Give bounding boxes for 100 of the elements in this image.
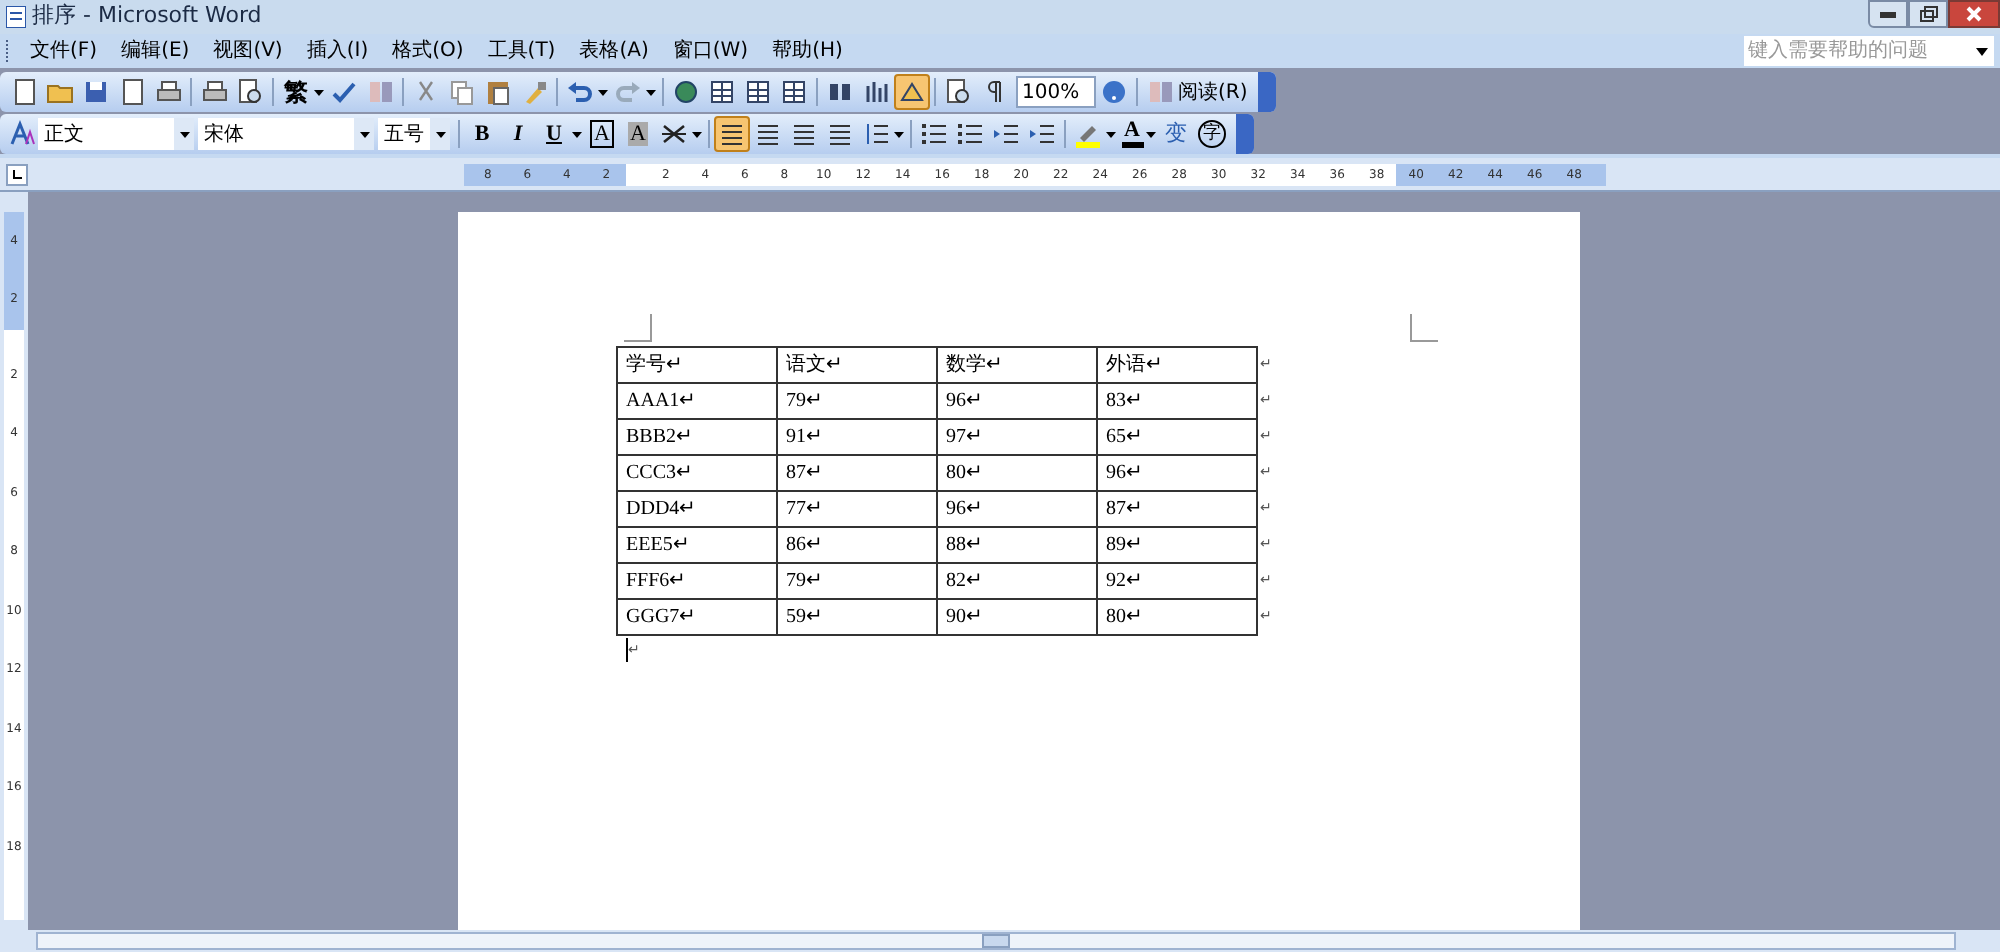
- align-icon: [826, 120, 854, 148]
- menu-item[interactable]: 表格(A): [567, 36, 661, 66]
- underline-button[interactable]: U: [536, 116, 572, 152]
- format-painter-icon: [520, 78, 548, 106]
- caret-icon: [1106, 131, 1116, 137]
- tab-stop-icon: [12, 169, 22, 179]
- table-cell: 87↵: [777, 455, 937, 491]
- redo-icon: [614, 78, 642, 106]
- word-icon: [6, 6, 26, 28]
- styles-icon: [8, 120, 36, 148]
- dropdown-icon: [1976, 47, 1988, 55]
- globe-icon: [672, 78, 700, 106]
- character-shading-button[interactable]: A: [620, 116, 656, 152]
- table-cell: 外语↵: [1097, 347, 1257, 383]
- font-dropdown[interactable]: 宋体: [198, 118, 374, 150]
- caret-icon: [894, 131, 904, 137]
- table-cell: 96↵: [937, 383, 1097, 419]
- table-cell: 77↵: [777, 491, 937, 527]
- table-cell: 89↵: [1097, 527, 1257, 563]
- caret-icon: [598, 89, 608, 95]
- indent-icon: [1028, 120, 1056, 148]
- close-button[interactable]: [1948, 0, 2000, 28]
- help-field[interactable]: 键入需要帮助的问题: [1744, 36, 1994, 66]
- table-cell: 82↵: [937, 563, 1097, 599]
- menu-item[interactable]: 文件(F): [18, 36, 110, 66]
- window-title: 排序 - Microsoft Word: [32, 0, 262, 33]
- caret-icon: [314, 89, 324, 95]
- table-cell: CCC3↵: [617, 455, 777, 491]
- menu-item[interactable]: 插入(I): [294, 36, 381, 66]
- indent-icon: [992, 120, 1020, 148]
- table-cell: 59↵: [777, 599, 937, 635]
- toolbar-options-button[interactable]: [1257, 72, 1276, 112]
- caret-icon: [179, 131, 189, 137]
- caret-icon: [692, 131, 702, 137]
- table-cell: 80↵: [937, 455, 1097, 491]
- maximize-button[interactable]: [1908, 0, 1948, 28]
- read-button[interactable]: 阅读(R): [1142, 74, 1252, 110]
- style-dropdown[interactable]: 正文: [38, 118, 194, 150]
- magnifier-icon: [236, 78, 264, 106]
- caret-icon: [646, 89, 656, 95]
- text-cursor: [626, 638, 628, 662]
- enclose-characters-button[interactable]: 字: [1194, 116, 1230, 152]
- caret-icon: [572, 131, 582, 137]
- spelling-icon: [330, 78, 358, 106]
- table-icon: [708, 78, 736, 106]
- line-spacing-icon: [862, 120, 890, 148]
- table-cell: AAA1↵: [617, 383, 777, 419]
- clipboard-icon: [484, 78, 512, 106]
- zoom-field[interactable]: 100%: [1016, 76, 1096, 108]
- table-cell: 学号↵: [617, 347, 777, 383]
- character-scale-icon: [660, 120, 688, 148]
- book-icon: [1146, 78, 1174, 106]
- align-button[interactable]: [714, 116, 750, 152]
- table-cell: 79↵: [777, 383, 937, 419]
- caret-icon: [435, 131, 445, 137]
- table-cell: 数学↵: [937, 347, 1097, 383]
- undo-icon: [566, 78, 594, 106]
- printer-icon: [154, 78, 182, 106]
- caret-icon: [1146, 131, 1156, 137]
- table-cell: 91↵: [777, 419, 937, 455]
- menu-item[interactable]: 格式(O): [380, 36, 476, 66]
- table-cell: 97↵: [937, 419, 1097, 455]
- caret-icon: [359, 131, 369, 137]
- menu-item[interactable]: 窗口(W): [660, 36, 761, 66]
- table-cell: DDD4↵: [617, 491, 777, 527]
- book-icon: [366, 78, 394, 106]
- bar-chart-icon: [862, 78, 890, 106]
- table-cell: 65↵: [1097, 419, 1257, 455]
- menu-item[interactable]: 工具(T): [475, 36, 568, 66]
- italic-button[interactable]: I: [500, 116, 536, 152]
- align-icon: [718, 120, 746, 148]
- copy-icon: [448, 78, 476, 106]
- traditional-chinese-button[interactable]: 繁: [278, 74, 314, 110]
- table-cell: 88↵: [937, 527, 1097, 563]
- table-cell: 79↵: [777, 563, 937, 599]
- bold-button[interactable]: B: [464, 116, 500, 152]
- menu-item[interactable]: 视图(V): [201, 36, 295, 66]
- phonetic-guide-button[interactable]: 变: [1158, 116, 1194, 152]
- columns-icon: [826, 78, 854, 106]
- doc-icon: [118, 78, 146, 106]
- font-size-dropdown[interactable]: 五号: [378, 118, 450, 150]
- align-icon: [754, 120, 782, 148]
- table-cell: 92↵: [1097, 563, 1257, 599]
- table-cell: 语文↵: [777, 347, 937, 383]
- menu-item[interactable]: 编辑(E): [109, 36, 202, 66]
- table-cell: BBB2↵: [617, 419, 777, 455]
- character-border-button[interactable]: A: [584, 116, 620, 152]
- restore-icon: [1919, 6, 1937, 22]
- crop-mark: [1410, 314, 1438, 342]
- table-cell: 80↵: [1097, 599, 1257, 635]
- horizontal-scrollbar[interactable]: [36, 932, 1956, 950]
- minimize-button[interactable]: [1868, 0, 1908, 28]
- tab-stop-button[interactable]: [6, 163, 28, 185]
- styles-pane-button[interactable]: [6, 120, 38, 148]
- highlighter-icon: [1074, 120, 1102, 148]
- align-icon: [790, 120, 818, 148]
- menu-item[interactable]: 帮助(H): [760, 36, 855, 66]
- font-color-button[interactable]: A: [1118, 116, 1146, 152]
- scroll-thumb[interactable]: [982, 934, 1010, 948]
- drawing-button[interactable]: [894, 74, 930, 110]
